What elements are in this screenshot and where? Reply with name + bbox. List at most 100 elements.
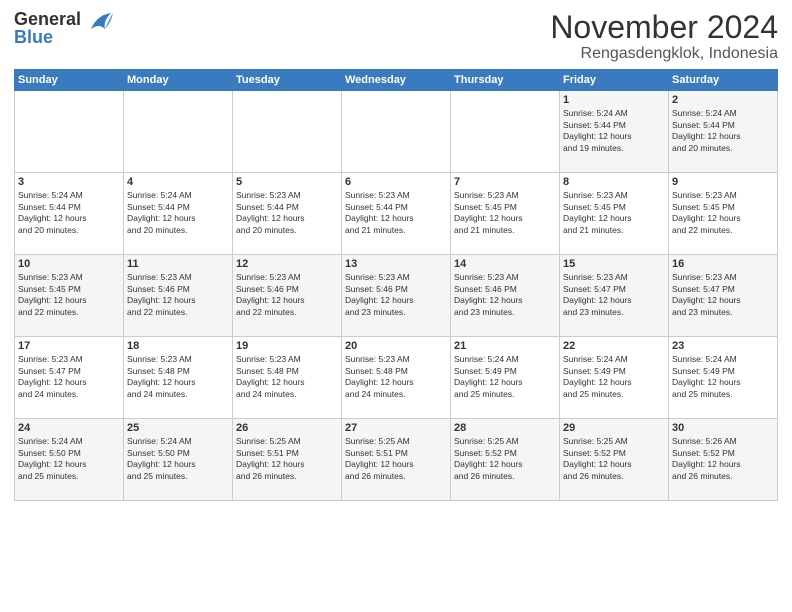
day-cell — [451, 91, 560, 173]
day-number: 11 — [127, 258, 229, 270]
day-info: Sunrise: 5:23 AM Sunset: 5:46 PM Dayligh… — [454, 272, 556, 318]
day-info: Sunrise: 5:23 AM Sunset: 5:45 PM Dayligh… — [563, 190, 665, 236]
week-row-0: 1 Sunrise: 5:24 AM Sunset: 5:44 PM Daylig… — [15, 91, 778, 173]
day-cell: 27 Sunrise: 5:25 AM Sunset: 5:51 PM Dayli… — [342, 419, 451, 501]
day-cell: 24 Sunrise: 5:24 AM Sunset: 5:50 PM Dayli… — [15, 419, 124, 501]
day-cell: 5 Sunrise: 5:23 AM Sunset: 5:44 PM Daylig… — [233, 173, 342, 255]
day-cell: 4Sunrise: 5:24 AM Sunset: 5:44 PM Daylig… — [124, 173, 233, 255]
day-cell: 20 Sunrise: 5:23 AM Sunset: 5:48 PM Dayli… — [342, 337, 451, 419]
day-info: Sunrise: 5:25 AM Sunset: 5:51 PM Dayligh… — [236, 436, 338, 482]
day-cell — [15, 91, 124, 173]
logo-bird-icon — [83, 11, 113, 33]
day-info: Sunrise: 5:23 AM Sunset: 5:45 PM Dayligh… — [454, 190, 556, 236]
day-number: 6 — [345, 176, 447, 188]
day-number: 3 — [18, 176, 120, 188]
day-info: Sunrise: 5:23 AM Sunset: 5:47 PM Dayligh… — [672, 272, 774, 318]
day-number: 18 — [127, 340, 229, 352]
day-cell: 9 Sunrise: 5:23 AM Sunset: 5:45 PM Daylig… — [669, 173, 778, 255]
day-cell: 11 Sunrise: 5:23 AM Sunset: 5:46 PM Dayli… — [124, 255, 233, 337]
day-info: Sunrise: 5:23 AM Sunset: 5:44 PM Dayligh… — [236, 190, 338, 236]
day-number: 25 — [127, 422, 229, 434]
day-info: Sunrise: 5:23 AM Sunset: 5:48 PM Dayligh… — [345, 354, 447, 400]
day-cell: 8 Sunrise: 5:23 AM Sunset: 5:45 PM Daylig… — [560, 173, 669, 255]
day-number: 27 — [345, 422, 447, 434]
day-info: Sunrise: 5:24 AM Sunset: 5:50 PM Dayligh… — [18, 436, 120, 482]
day-info: Sunrise: 5:24 AM Sunset: 5:44 PM Dayligh… — [672, 108, 774, 154]
day-number: 20 — [345, 340, 447, 352]
day-number: 24 — [18, 422, 120, 434]
day-cell: 16 Sunrise: 5:23 AM Sunset: 5:47 PM Dayli… — [669, 255, 778, 337]
day-cell: 21 Sunrise: 5:24 AM Sunset: 5:49 PM Dayli… — [451, 337, 560, 419]
title-block: November 2024 Rengasdengklok, Indonesia — [550, 10, 778, 63]
weekday-header-row: SundayMondayTuesdayWednesdayThursdayFrid… — [15, 70, 778, 91]
day-number: 29 — [563, 422, 665, 434]
day-number: 21 — [454, 340, 556, 352]
day-cell: 22 Sunrise: 5:24 AM Sunset: 5:49 PM Dayli… — [560, 337, 669, 419]
day-info: Sunrise: 5:23 AM Sunset: 5:45 PM Dayligh… — [672, 190, 774, 236]
day-number: 9 — [672, 176, 774, 188]
day-info: Sunrise: 5:24 AM Sunset: 5:49 PM Dayligh… — [563, 354, 665, 400]
day-info: Sunrise: 5:26 AM Sunset: 5:52 PM Dayligh… — [672, 436, 774, 482]
day-cell: 29 Sunrise: 5:25 AM Sunset: 5:52 PM Dayli… — [560, 419, 669, 501]
day-number: 5 — [236, 176, 338, 188]
week-row-1: 3 Sunrise: 5:24 AM Sunset: 5:44 PM Daylig… — [15, 173, 778, 255]
day-info: Sunrise: 5:25 AM Sunset: 5:52 PM Dayligh… — [563, 436, 665, 482]
day-info: Sunrise: 5:23 AM Sunset: 5:48 PM Dayligh… — [127, 354, 229, 400]
location-title: Rengasdengklok, Indonesia — [550, 45, 778, 63]
day-cell: 13 Sunrise: 5:23 AM Sunset: 5:46 PM Dayli… — [342, 255, 451, 337]
day-cell: 28Sunrise: 5:25 AM Sunset: 5:52 PM Dayli… — [451, 419, 560, 501]
day-cell — [124, 91, 233, 173]
page: General Blue November 2024 Rengasdengklo… — [0, 0, 792, 612]
day-info: Sunrise: 5:23 AM Sunset: 5:48 PM Dayligh… — [236, 354, 338, 400]
day-number: 2 — [672, 94, 774, 106]
day-number: 23 — [672, 340, 774, 352]
day-number: 17 — [18, 340, 120, 352]
day-info: Sunrise: 5:24 AM Sunset: 5:44 PM Dayligh… — [18, 190, 120, 236]
week-row-4: 24 Sunrise: 5:24 AM Sunset: 5:50 PM Dayli… — [15, 419, 778, 501]
weekday-saturday: Saturday — [669, 70, 778, 91]
week-row-3: 17 Sunrise: 5:23 AM Sunset: 5:47 PM Dayli… — [15, 337, 778, 419]
day-cell: 15Sunrise: 5:23 AM Sunset: 5:47 PM Dayli… — [560, 255, 669, 337]
header: General Blue November 2024 Rengasdengklo… — [14, 10, 778, 63]
day-number: 7 — [454, 176, 556, 188]
day-info: Sunrise: 5:25 AM Sunset: 5:52 PM Dayligh… — [454, 436, 556, 482]
day-info: Sunrise: 5:23 AM Sunset: 5:45 PM Dayligh… — [18, 272, 120, 318]
day-cell: 2 Sunrise: 5:24 AM Sunset: 5:44 PM Daylig… — [669, 91, 778, 173]
day-number: 22 — [563, 340, 665, 352]
weekday-tuesday: Tuesday — [233, 70, 342, 91]
day-number: 10 — [18, 258, 120, 270]
day-cell: 30Sunrise: 5:26 AM Sunset: 5:52 PM Dayli… — [669, 419, 778, 501]
day-info: Sunrise: 5:23 AM Sunset: 5:44 PM Dayligh… — [345, 190, 447, 236]
day-number: 26 — [236, 422, 338, 434]
day-info: Sunrise: 5:24 AM Sunset: 5:49 PM Dayligh… — [454, 354, 556, 400]
day-number: 15 — [563, 258, 665, 270]
day-info: Sunrise: 5:23 AM Sunset: 5:47 PM Dayligh… — [18, 354, 120, 400]
day-number: 12 — [236, 258, 338, 270]
day-cell — [233, 91, 342, 173]
day-info: Sunrise: 5:24 AM Sunset: 5:50 PM Dayligh… — [127, 436, 229, 482]
weekday-monday: Monday — [124, 70, 233, 91]
day-number: 16 — [672, 258, 774, 270]
day-number: 8 — [563, 176, 665, 188]
day-cell: 7 Sunrise: 5:23 AM Sunset: 5:45 PM Daylig… — [451, 173, 560, 255]
day-cell: 26 Sunrise: 5:25 AM Sunset: 5:51 PM Dayli… — [233, 419, 342, 501]
day-info: Sunrise: 5:23 AM Sunset: 5:46 PM Dayligh… — [236, 272, 338, 318]
day-number: 1 — [563, 94, 665, 106]
day-cell: 14 Sunrise: 5:23 AM Sunset: 5:46 PM Dayli… — [451, 255, 560, 337]
day-number: 13 — [345, 258, 447, 270]
day-number: 14 — [454, 258, 556, 270]
day-info: Sunrise: 5:24 AM Sunset: 5:49 PM Dayligh… — [672, 354, 774, 400]
day-cell: 19Sunrise: 5:23 AM Sunset: 5:48 PM Dayli… — [233, 337, 342, 419]
day-number: 4 — [127, 176, 229, 188]
logo-general: General — [14, 9, 81, 29]
day-cell: 12 Sunrise: 5:23 AM Sunset: 5:46 PM Dayli… — [233, 255, 342, 337]
logo-blue: Blue — [14, 27, 53, 47]
day-info: Sunrise: 5:25 AM Sunset: 5:51 PM Dayligh… — [345, 436, 447, 482]
day-info: Sunrise: 5:23 AM Sunset: 5:46 PM Dayligh… — [345, 272, 447, 318]
weekday-thursday: Thursday — [451, 70, 560, 91]
day-cell: 23 Sunrise: 5:24 AM Sunset: 5:49 PM Dayli… — [669, 337, 778, 419]
day-cell: 10 Sunrise: 5:23 AM Sunset: 5:45 PM Dayli… — [15, 255, 124, 337]
day-info: Sunrise: 5:23 AM Sunset: 5:46 PM Dayligh… — [127, 272, 229, 318]
week-row-2: 10 Sunrise: 5:23 AM Sunset: 5:45 PM Dayli… — [15, 255, 778, 337]
day-info: Sunrise: 5:24 AM Sunset: 5:44 PM Dayligh… — [563, 108, 665, 154]
